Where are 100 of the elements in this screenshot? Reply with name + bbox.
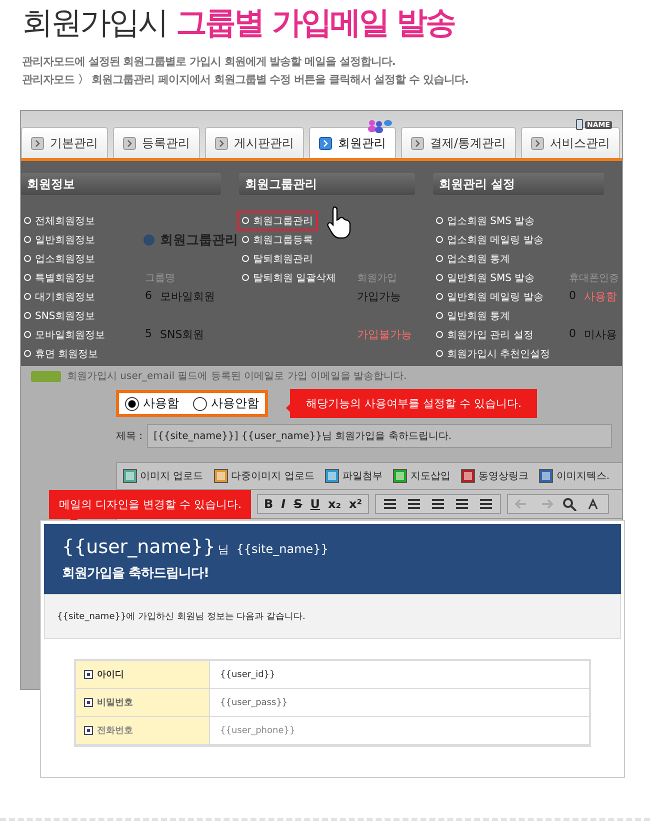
- menu-tab[interactable]: 결제/통계관리: [401, 127, 516, 158]
- menu-section-header: 회원그룹관리: [239, 173, 415, 195]
- editor-toolbar-button[interactable]: 동영상링크: [461, 469, 528, 483]
- radio-option[interactable]: 사용함: [125, 395, 179, 412]
- editor-toolbar-button[interactable]: 이미지텍스.: [539, 469, 610, 483]
- menu-item[interactable]: 업소회원 통계: [433, 250, 514, 266]
- radio-option[interactable]: 사용안함: [193, 395, 259, 412]
- table-cell: 모바일회원: [160, 289, 215, 304]
- menu-item[interactable]: 업소회원 SMS 발송: [433, 212, 538, 228]
- menu-item[interactable]: 일반회원정보: [21, 232, 98, 248]
- column-header: 그룹명: [144, 272, 176, 284]
- menu-tab[interactable]: 등록관리: [113, 127, 200, 158]
- editor-toolbar-button[interactable]: 이미지 업로드: [123, 469, 204, 483]
- format-button[interactable]: x₂: [328, 497, 342, 511]
- table-cell-text: 가입가능: [356, 289, 402, 304]
- table-cell-text: 가입불가능: [356, 327, 413, 342]
- menu-item[interactable]: SNS회원정보: [21, 308, 98, 324]
- menu-item[interactable]: 대기회원정보: [21, 288, 98, 304]
- format-button[interactable]: x²: [349, 497, 362, 511]
- menu-tab[interactable]: 서비스관리: [521, 127, 620, 158]
- menu-item[interactable]: 특별회원정보: [21, 270, 98, 286]
- arrow-box-icon: [531, 136, 544, 150]
- menu-item[interactable]: 업소회원 메일링 발송: [433, 232, 546, 248]
- image-icon: [461, 469, 476, 483]
- page-heading-highlight: 그룹별 가입메일 발송: [176, 4, 455, 43]
- menu-tab[interactable]: 회원관리: [309, 127, 396, 158]
- bullet-icon: [24, 255, 31, 262]
- menu-section-header: 회원관리 설정: [433, 173, 604, 195]
- table-cell: 0: [569, 327, 576, 342]
- bullet-icon: [242, 236, 249, 243]
- arrow-box-icon: [411, 136, 424, 150]
- bullet-icon: [436, 274, 443, 281]
- menu-item[interactable]: 탈퇴회원관리: [239, 250, 316, 266]
- menu-item[interactable]: 회원그룹관리: [239, 212, 316, 228]
- email-username: {{user_name}}: [62, 536, 216, 558]
- table-cell: 미사용: [584, 327, 617, 342]
- description-text: 관리자모드에 설정된 회원그룹별로 가입시 회원에게 발송할 메일을 설정합니다.: [22, 54, 396, 69]
- menu-item[interactable]: 휴면 회원정보: [21, 346, 102, 362]
- menu-section-header: 회원정보: [21, 173, 221, 195]
- table-cell: 5: [145, 327, 152, 342]
- people-icon: [367, 119, 393, 133]
- table-cell: 6: [145, 289, 152, 304]
- radio-button[interactable]: [193, 396, 207, 410]
- table-cell: 전화번호: [76, 717, 210, 744]
- list-icon: [406, 497, 422, 511]
- format-button[interactable]: S: [294, 497, 302, 511]
- table-cell: SNS회원: [160, 327, 204, 342]
- subject-label: 제목 :: [116, 430, 143, 443]
- format-button[interactable]: B: [264, 497, 274, 511]
- menu-item[interactable]: 전체회원정보: [21, 212, 98, 228]
- menu-item[interactable]: 일반회원 통계: [433, 308, 514, 324]
- bullet-icon: [24, 331, 31, 338]
- hand-cursor-icon: [326, 205, 352, 239]
- subject-field[interactable]: [{{site_name}}] {{user_name}}님 회원가입을 축하드립니다.: [146, 424, 612, 448]
- image-icon: [539, 469, 554, 483]
- menu-tab[interactable]: 기본관리: [21, 127, 108, 158]
- image-icon: [393, 469, 408, 483]
- phone-icon: [576, 119, 583, 130]
- format-button[interactable]: I: [281, 497, 286, 511]
- editor-toolbar-button[interactable]: 다중이미지 업로드: [214, 469, 314, 483]
- table-cell: 아이디: [76, 661, 210, 688]
- page-heading: 회원가입시: [22, 4, 167, 43]
- list-icon: [382, 497, 398, 511]
- bullet-icon: [242, 255, 249, 262]
- menu-item[interactable]: 회원가입 관리 설정: [433, 326, 536, 342]
- menu-item[interactable]: 회원그룹등록: [239, 232, 316, 248]
- page-title: 회원그룹관리: [160, 232, 238, 248]
- menu-item[interactable]: 일반회원 SMS 발송: [433, 270, 538, 286]
- arrow-box-icon: [319, 136, 332, 150]
- menu-item[interactable]: 업소회원정보: [21, 250, 98, 266]
- table-cell: 0: [569, 289, 576, 304]
- menu-item[interactable]: 모바일회원정보: [21, 326, 108, 342]
- bullet-icon: [24, 293, 31, 300]
- square-bullet-icon: [84, 726, 93, 735]
- editor-toolbar-button[interactable]: 파일첨부: [325, 469, 382, 483]
- bullet-icon: [24, 312, 31, 319]
- menu-item[interactable]: 일반회원 메일링 발송: [433, 288, 546, 304]
- arrow-box-icon: [31, 136, 44, 150]
- image-icon: [214, 469, 228, 483]
- table-cell: 비밀번호: [76, 689, 210, 716]
- note-text: 회원가입시 user_email 필드에 등록된 이메일로 가입 이메일을 발송합니다.: [67, 370, 407, 383]
- search-icon: [562, 497, 578, 511]
- circle-icon: [143, 234, 155, 246]
- menu-tab[interactable]: 게시판관리: [205, 127, 304, 158]
- bullet-icon: [242, 217, 249, 224]
- bullet-icon: [24, 350, 31, 357]
- table-cell-text: {{user_phone}}: [219, 724, 296, 738]
- bullet-icon: [436, 312, 443, 319]
- bullet-icon: [436, 236, 443, 243]
- table-cell-text: {{user_id}}: [219, 668, 276, 682]
- menu-item[interactable]: 회원가입시 추천인설정: [433, 346, 554, 362]
- format-button[interactable]: U: [310, 497, 320, 511]
- description-text: 관리자모드 〉 회원그룹관리 페이지에서 회원그룹별 수정 버튼을 클릭해서 설정할 수 있습니다.: [22, 72, 470, 87]
- editor-toolbar-button[interactable]: 지도삽입: [393, 469, 450, 483]
- email-site-name: {{site_name}}: [236, 542, 328, 556]
- bullet-icon: [242, 274, 249, 281]
- image-icon: [123, 469, 137, 483]
- radio-button[interactable]: [125, 396, 139, 410]
- arrow-box-icon: [215, 136, 228, 150]
- menu-item[interactable]: 탈퇴회원 일괄삭제: [239, 270, 340, 286]
